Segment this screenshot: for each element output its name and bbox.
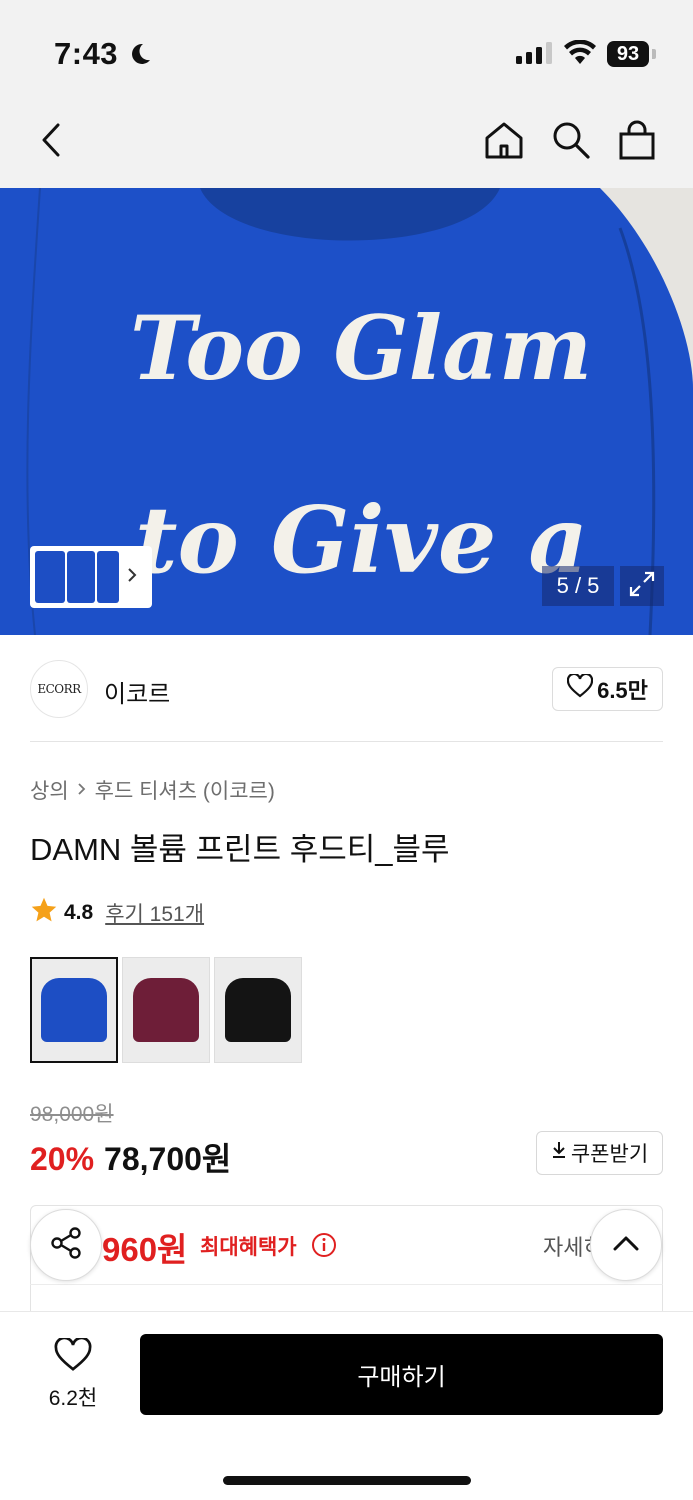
search-button[interactable] xyxy=(549,120,593,164)
thumbnail-strip[interactable] xyxy=(30,546,152,608)
chevron-right-icon xyxy=(127,567,137,588)
variant-swatch xyxy=(41,978,107,1042)
cart-button[interactable] xyxy=(615,120,659,164)
variant-burgundy[interactable] xyxy=(122,957,210,1063)
variant-blue[interactable] xyxy=(30,957,118,1063)
info-icon[interactable] xyxy=(311,1232,337,1263)
expand-icon xyxy=(628,570,656,603)
rating-row: 4.8 후기 151개 xyxy=(30,896,204,930)
cellular-signal-icon xyxy=(516,42,552,69)
rating-value: 4.8 xyxy=(64,901,94,924)
breadcrumb-category[interactable]: 상의 xyxy=(30,775,69,805)
moon-icon xyxy=(128,42,152,71)
heart-icon xyxy=(54,1336,92,1378)
download-icon xyxy=(551,1141,567,1165)
expand-button[interactable] xyxy=(620,566,664,606)
status-time: 7:43 xyxy=(54,36,119,71)
wifi-icon xyxy=(563,39,597,71)
coupon-label: 쿠폰받기 xyxy=(570,1143,649,1166)
share-icon xyxy=(48,1225,84,1266)
breadcrumb-subcategory[interactable]: 후드 티셔츠 (이코르) xyxy=(95,775,275,805)
chevron-left-icon xyxy=(40,122,64,163)
brand-like-count: 6.5만 xyxy=(597,678,648,703)
chevron-up-icon xyxy=(612,1234,640,1257)
price-row: 20% 78,700원 xyxy=(30,1134,231,1180)
print-line-1: Too Glam xyxy=(130,296,593,400)
star-icon xyxy=(30,896,58,930)
share-button[interactable] xyxy=(30,1209,102,1281)
review-link[interactable]: 후기 151개 xyxy=(105,898,204,928)
variant-swatch xyxy=(133,978,199,1042)
thumbnail-3 xyxy=(97,551,119,603)
discount-rate: 20% xyxy=(30,1141,95,1177)
battery-nub xyxy=(652,49,656,59)
search-icon xyxy=(551,120,591,165)
image-counter: 5 / 5 xyxy=(542,566,614,606)
brand-logo-text: ECORR xyxy=(37,682,81,696)
variant-black[interactable] xyxy=(214,957,302,1063)
wish-count: 6.2천 xyxy=(48,1387,98,1410)
buy-button[interactable]: 구매하기 xyxy=(140,1334,663,1415)
coupon-button[interactable]: 쿠폰받기 xyxy=(536,1131,663,1175)
max-benefit-label: 최대혜택가 xyxy=(200,1236,297,1259)
thumbnail-2 xyxy=(67,551,95,603)
home-button[interactable] xyxy=(482,120,526,164)
battery-level: 93 xyxy=(607,41,649,67)
benefit-separator xyxy=(30,1284,663,1285)
divider xyxy=(30,741,663,742)
color-variants xyxy=(30,957,302,1063)
wish-button[interactable]: 6.2천 xyxy=(38,1336,108,1412)
status-bar: 7:43 93 xyxy=(0,0,693,100)
print-line-2: to Give a xyxy=(135,486,589,594)
home-indicator xyxy=(223,1476,471,1485)
nav-bar xyxy=(0,100,693,188)
heart-icon xyxy=(566,672,594,704)
brand-name[interactable]: 이코르 xyxy=(104,674,170,709)
home-icon xyxy=(484,120,524,165)
max-benefit-price: 960원 xyxy=(102,1231,188,1268)
back-button[interactable] xyxy=(30,120,74,164)
product-title: DAMN 볼륨 프린트 후드티_블루 xyxy=(30,832,450,867)
variant-swatch xyxy=(225,978,291,1042)
thumbnail-1 xyxy=(35,551,65,603)
scroll-top-button[interactable] xyxy=(590,1209,662,1281)
breadcrumb-separator-icon xyxy=(77,778,87,802)
brand-like-button[interactable]: 6.5만 xyxy=(552,667,663,711)
shopping-bag-icon xyxy=(618,120,656,165)
breadcrumb: 상의 후드 티셔츠 (이코르) xyxy=(30,775,275,805)
original-price: 98,000원 xyxy=(30,1103,114,1126)
sale-price: 78,700원 xyxy=(104,1141,232,1177)
brand-logo[interactable]: ECORR xyxy=(30,660,88,718)
